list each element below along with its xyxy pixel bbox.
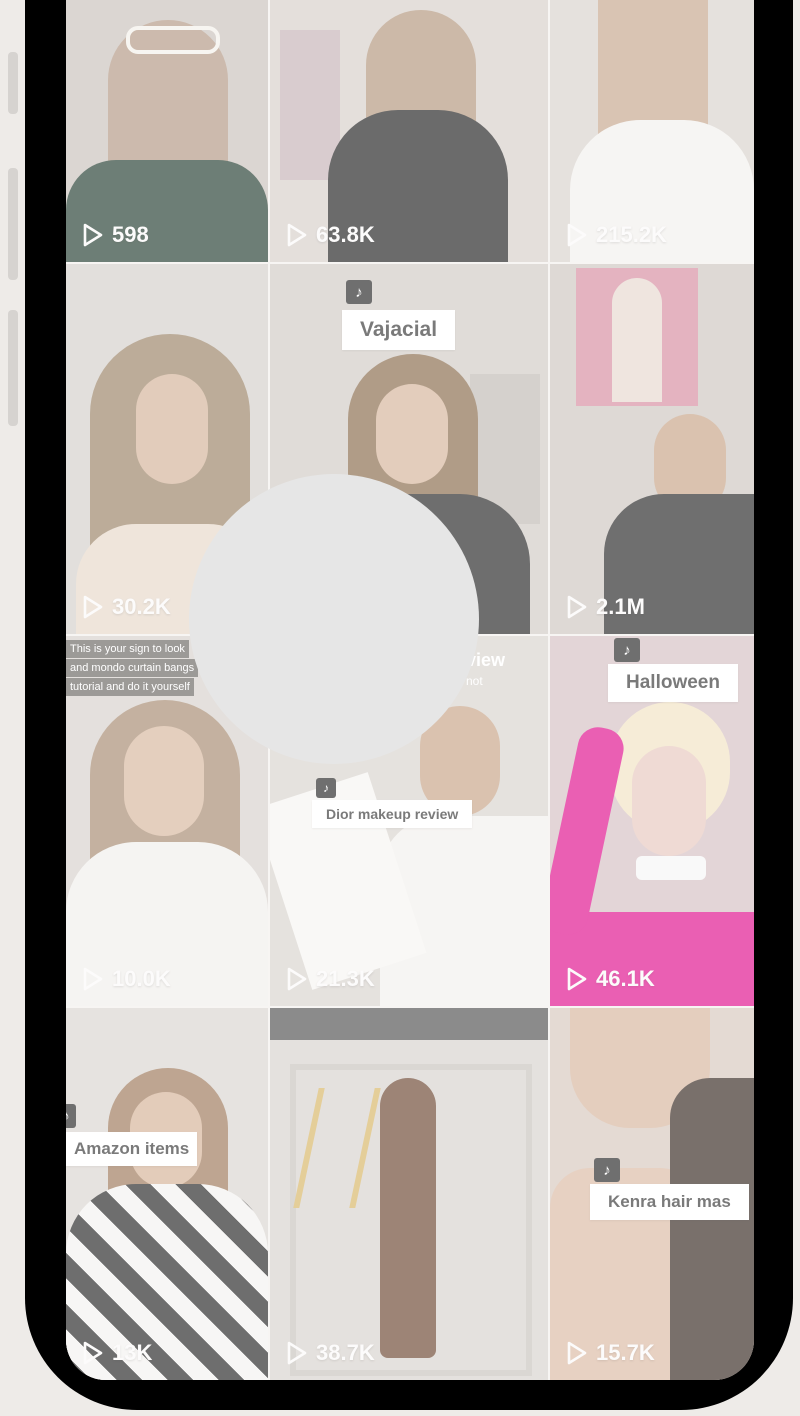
video-thumbnail-6[interactable]: 2.1M (550, 264, 754, 634)
view-count: 46.1K (566, 966, 655, 992)
overlay-circle (189, 474, 479, 764)
video-caption-label: Halloween (608, 664, 738, 702)
view-count-text: 13K (112, 1340, 153, 1365)
caption-partial-text: not (466, 674, 483, 688)
play-icon (82, 1341, 104, 1365)
video-caption-label: Amazon items (66, 1132, 198, 1166)
video-caption-label: Kenra hair mas (590, 1184, 749, 1220)
video-thumbnail-11[interactable]: 38.7K (270, 1008, 548, 1380)
video-thumbnail-10[interactable]: ♪ Amazon items 13K (66, 1008, 268, 1380)
play-icon (286, 223, 308, 247)
volume-up-button (8, 52, 18, 114)
profile-video-grid: 598 63.8K 215.2K 30.2K ♪ Vajacial 2.1M T… (66, 0, 754, 1380)
view-count: 21.3K (286, 966, 375, 992)
volume-down-button (8, 168, 18, 280)
tiktok-icon: ♪ (614, 638, 640, 662)
view-count: 13K (82, 1340, 152, 1366)
tiktok-icon: ♪ (346, 280, 372, 304)
face (376, 384, 448, 484)
play-icon (82, 223, 104, 247)
view-count: 10.0K (82, 966, 171, 992)
tiktok-icon: ♪ (316, 778, 336, 798)
video-thumbnail-12[interactable]: ♪ Kenra hair mas 15.7K (550, 1008, 754, 1380)
video-thumbnail-3[interactable]: 215.2K (550, 0, 754, 262)
tiktok-icon: ♪ (594, 1158, 620, 1182)
view-count: 63.8K (286, 222, 375, 248)
view-count: 215.2K (566, 222, 667, 248)
view-count-text: 215.2K (596, 222, 667, 247)
view-count: 38.7K (286, 1340, 375, 1366)
sunglasses-icon (126, 26, 220, 54)
video-caption-text: This is your sign to look and mondo curt… (66, 640, 199, 697)
view-count: 598 (82, 222, 149, 248)
play-icon (286, 967, 308, 991)
power-button (8, 310, 18, 426)
play-icon (566, 967, 588, 991)
view-count-text: 21.3K (316, 966, 375, 991)
hair (670, 1078, 754, 1380)
choker (636, 856, 706, 880)
video-caption-label: Vajacial (342, 310, 456, 350)
person-figure (380, 1078, 436, 1358)
top-bar (270, 1008, 548, 1040)
inset-figure (612, 278, 662, 402)
play-icon (566, 1341, 588, 1365)
video-thumbnail-2[interactable]: 63.8K (270, 0, 548, 262)
video-caption-label: Dior makeup review (312, 800, 473, 828)
caption-line: and mondo curtain bangs (66, 659, 199, 677)
play-icon (566, 223, 588, 247)
view-count-text: 38.7K (316, 1340, 375, 1365)
view-count-text: 63.8K (316, 222, 375, 247)
caption-line: tutorial and do it yourself (66, 678, 194, 696)
face (632, 746, 706, 856)
view-count: 15.7K (566, 1340, 655, 1366)
tiktok-icon: ♪ (66, 1104, 76, 1128)
view-count-text: 598 (112, 222, 149, 247)
glove (550, 723, 628, 939)
face (124, 726, 204, 836)
play-icon (82, 967, 104, 991)
video-thumbnail-1[interactable]: 598 (66, 0, 268, 262)
view-count: 30.2K (82, 594, 171, 620)
view-count-text: 46.1K (596, 966, 655, 991)
play-icon (82, 595, 104, 619)
video-thumbnail-9[interactable]: ♪ Halloween 46.1K (550, 636, 754, 1006)
view-count-text: 10.0K (112, 966, 171, 991)
view-count: 2.1M (566, 594, 645, 620)
caption-line: This is your sign to look (66, 640, 189, 658)
play-icon (286, 1341, 308, 1365)
view-count-text: 15.7K (596, 1340, 655, 1365)
play-icon (566, 595, 588, 619)
face (136, 374, 208, 484)
view-count-text: 30.2K (112, 594, 171, 619)
view-count-text: 2.1M (596, 594, 645, 619)
